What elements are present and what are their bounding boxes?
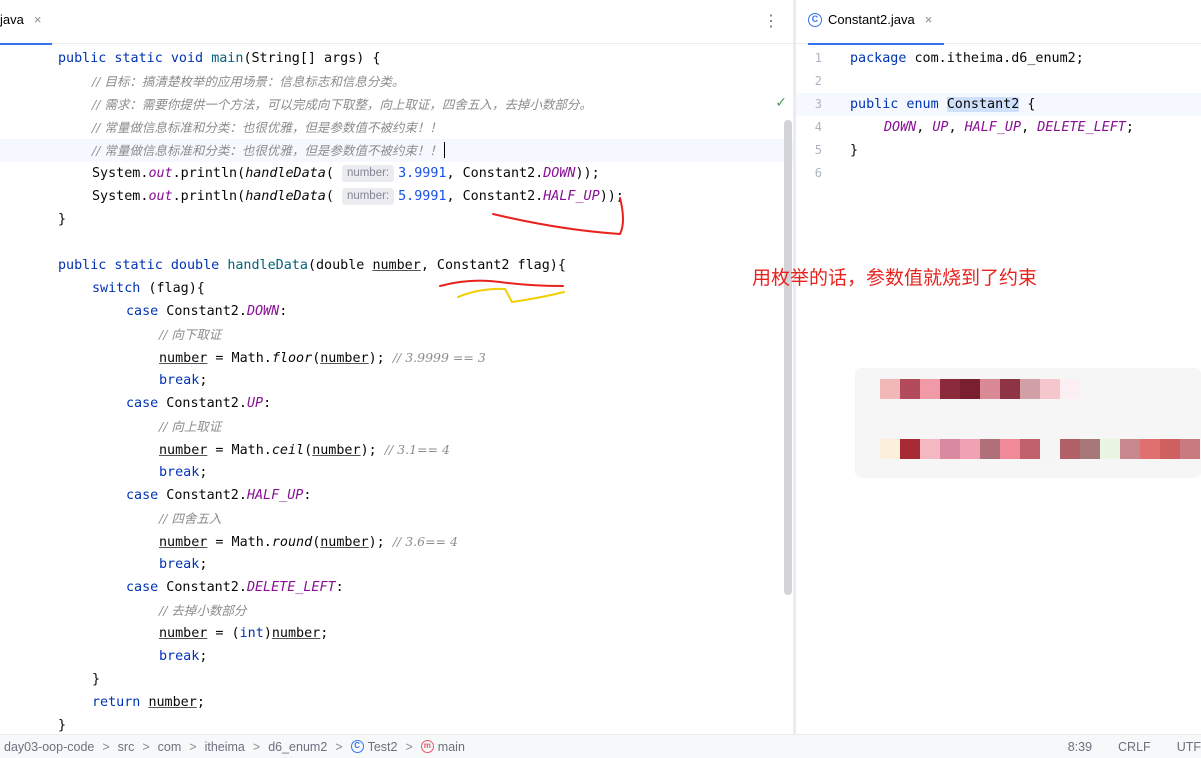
code-line: switch (flag){ xyxy=(92,281,205,296)
status-bar: day03-oop-code > src > com > itheima > d… xyxy=(0,734,1201,758)
tab-constant2-java[interactable]: C Constant2.java × xyxy=(808,12,944,45)
java-class-icon: C xyxy=(808,13,822,27)
code-line: } xyxy=(92,672,101,687)
left-editor-tabbar: java × ⋮ xyxy=(0,0,793,45)
tab-test2-java[interactable]: java × xyxy=(0,12,52,45)
line-separator[interactable]: CRLF xyxy=(1118,740,1151,754)
code-line: number = (int)number; xyxy=(159,626,329,641)
obscured-row xyxy=(880,439,1200,459)
code-line: // 需求：需要你提供一个方法，可以完成向下取整，向上取证，四舍五入，去掉小数部… xyxy=(92,97,592,112)
code-line: break; xyxy=(159,465,208,480)
code-line: // 常量做信息标准和分类：也很优雅，但是参数值不被约束！！ xyxy=(92,120,442,135)
breadcrumb: day03-oop-code > src > com > itheima > d… xyxy=(4,739,465,754)
breadcrumb-method[interactable]: main xyxy=(438,740,465,754)
left-code-editor[interactable]: ✓ public static void main(String[] args)… xyxy=(0,45,793,736)
code-line: // 四舍五入 xyxy=(159,511,222,526)
tab-label: Constant2.java xyxy=(828,12,915,27)
breadcrumb-project[interactable]: day03-oop-code xyxy=(4,740,94,754)
code-line: System.out.println(handleData( number: 3.… xyxy=(92,165,600,182)
breadcrumb-class[interactable]: Test2 xyxy=(368,740,398,754)
code-line: return number; xyxy=(92,695,205,710)
right-editor-tabbar: C Constant2.java × xyxy=(796,0,1201,45)
code-line: // 向下取证 xyxy=(159,327,222,342)
code-line: number = Math.round(number); // 3.6== 4 xyxy=(159,534,458,550)
more-options-icon[interactable]: ⋮ xyxy=(763,13,779,29)
breadcrumb-package[interactable]: d6_enum2 xyxy=(268,740,327,754)
code-line: break; xyxy=(159,557,208,572)
close-icon[interactable]: × xyxy=(925,12,933,27)
code-line: case Constant2.UP: xyxy=(126,396,272,411)
code-line: public static void main(String[] args) { xyxy=(58,51,381,66)
class-icon: C xyxy=(350,740,364,753)
code-line: case Constant2.DELETE_LEFT: xyxy=(126,580,344,595)
breadcrumb-itheima[interactable]: itheima xyxy=(205,740,245,754)
code-line: case Constant2.DOWN: xyxy=(126,304,288,319)
code-line: case Constant2.HALF_UP: xyxy=(126,488,312,503)
vertical-scrollbar[interactable] xyxy=(784,120,792,595)
parameter-hint: number: xyxy=(341,188,395,205)
code-line: 1 package com.itheima.d6_enum2; xyxy=(814,51,1084,66)
tab-label: java xyxy=(0,12,24,27)
code-line: // 向上取证 xyxy=(159,419,222,434)
breadcrumb-com[interactable]: com xyxy=(158,740,182,754)
annotation-text: 用枚举的话，参数值就烧到了约束 xyxy=(752,267,1038,289)
code-line: // 目标：搞清楚枚举的应用场景：信息标志和信息分类。 xyxy=(92,74,405,89)
code-line: break; xyxy=(159,649,208,664)
breadcrumb-src[interactable]: src xyxy=(118,740,135,754)
code-line: 6 xyxy=(814,166,822,180)
parameter-hint: number: xyxy=(341,165,395,182)
code-line: } xyxy=(58,718,67,733)
obscured-row xyxy=(880,379,1080,399)
code-line: // 去掉小数部分 xyxy=(159,603,247,618)
code-line: public static double handleData(double n… xyxy=(58,258,566,273)
close-icon[interactable]: × xyxy=(34,12,42,27)
code-line: number = Math.ceil(number); // 3.1== 4 xyxy=(159,442,450,458)
file-encoding[interactable]: UTF xyxy=(1177,740,1201,754)
code-line: System.out.println(handleData( number: 5.… xyxy=(92,188,624,205)
code-line: break; xyxy=(159,373,208,388)
code-line: 4 DOWN, UP, HALF_UP, DELETE_LEFT; xyxy=(814,120,1134,135)
text-caret xyxy=(443,142,446,158)
current-code-line: 3 public enum Constant2 { xyxy=(796,93,1201,116)
code-line: 5} xyxy=(814,143,859,158)
method-icon: m xyxy=(420,740,434,753)
code-line: 2 xyxy=(814,74,822,88)
cursor-position[interactable]: 8:39 xyxy=(1068,740,1092,754)
code-line: number = Math.floor(number); // 3.9999 =… xyxy=(159,350,486,366)
current-code-line: // 常量做信息标准和分类：也很优雅，但是参数值不被约束！！ xyxy=(0,139,793,162)
status-widgets: 8:39 CRLF UTF xyxy=(1068,740,1201,754)
code-line: } xyxy=(58,212,67,227)
